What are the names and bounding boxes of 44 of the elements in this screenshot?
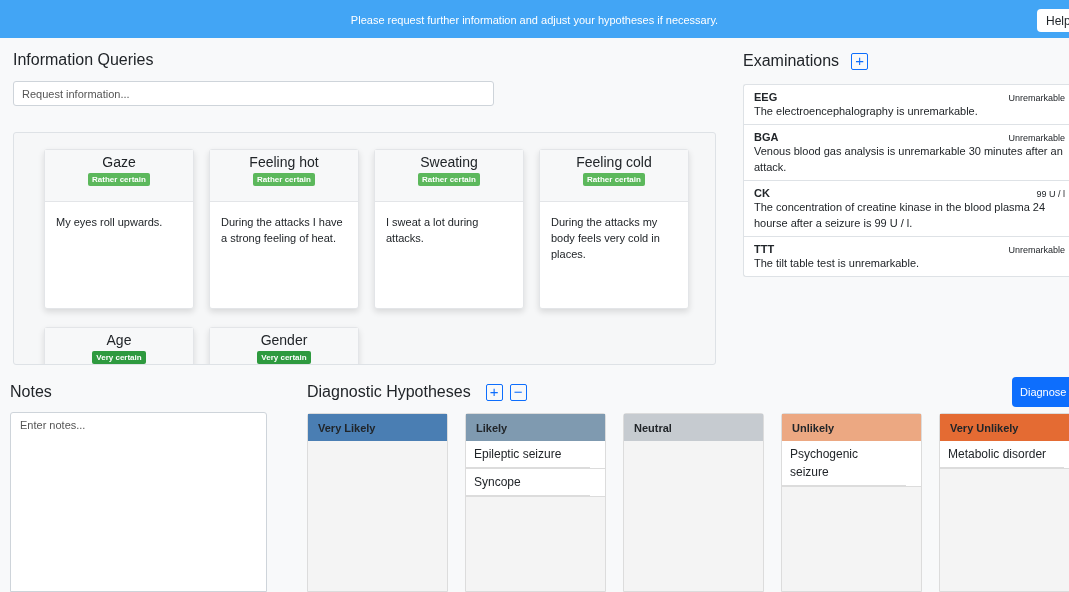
card-title: Gaze [102, 154, 136, 170]
add-button[interactable]: + [485, 383, 503, 401]
column-header: Unlikely [782, 414, 921, 441]
certainty-badge: Rather certain [88, 173, 150, 186]
certainty-badge: Rather certain [583, 173, 645, 186]
exam-name: CK [754, 187, 770, 199]
search-field[interactable]: Request information... [13, 81, 494, 106]
remove-button[interactable]: − [509, 383, 527, 401]
certainty-badge: Rather certain [253, 173, 315, 186]
banner-message: Please request further information and adjust your hypotheses if necessary. [350, 13, 719, 26]
column-header: Very Likely [308, 414, 447, 441]
column-header: Likely [466, 414, 605, 441]
card-title: Feeling hot [249, 154, 319, 170]
column-header: Very Unlikely [940, 414, 1069, 441]
exam-result: 99 U / l [1036, 189, 1065, 199]
card-text: During the attacks my body feels very cold in places. [550, 215, 661, 262]
card-text: My eyes roll upwards. [55, 215, 164, 230]
section-title: Notes [10, 383, 53, 401]
exam-name: TTT [754, 243, 775, 255]
exam-text: Venous blood gas analysis is unremarkable 30 minutes after an attack. [754, 144, 1064, 175]
certainty-badge: Rather certain [418, 173, 480, 186]
card-title: Sweating [420, 154, 478, 170]
diagnose-button[interactable]: Diagnose [1012, 377, 1069, 407]
exam-result: Unremarkable [1008, 93, 1065, 103]
exam-result: Unremarkable [1008, 133, 1065, 143]
section-title: Diagnostic Hypotheses [307, 383, 471, 401]
exam-text: The tilt table test is unremarkable. [754, 256, 921, 271]
exam-name: EEG [754, 91, 778, 103]
card-title: Gender [260, 332, 308, 348]
card-title: Age [106, 332, 132, 348]
exam-result: Unremarkable [1008, 245, 1065, 255]
column-header: Neutral [624, 414, 763, 441]
exam-name: BGA [754, 131, 779, 143]
certainty-badge: Very certain [92, 351, 146, 364]
certainty-badge: Very certain [257, 351, 311, 364]
add-button[interactable]: + [851, 52, 869, 70]
exam-text: The electroencephalography is unremarkable. [754, 104, 979, 119]
section-title: Examinations [743, 52, 840, 70]
card-text: I sweat a lot during attacks. [385, 215, 480, 246]
exam-text: The concentration of creatine kinase in the blood plasma 24 hourse after a seizure is 99 U / l. [754, 200, 1047, 231]
section-title: Information Queries [13, 51, 155, 69]
card-title: Feeling cold [576, 154, 652, 170]
notes-field[interactable]: Enter notes... [10, 412, 267, 592]
card-text: During the attacks I have a strong feeling of heat. [220, 215, 344, 246]
